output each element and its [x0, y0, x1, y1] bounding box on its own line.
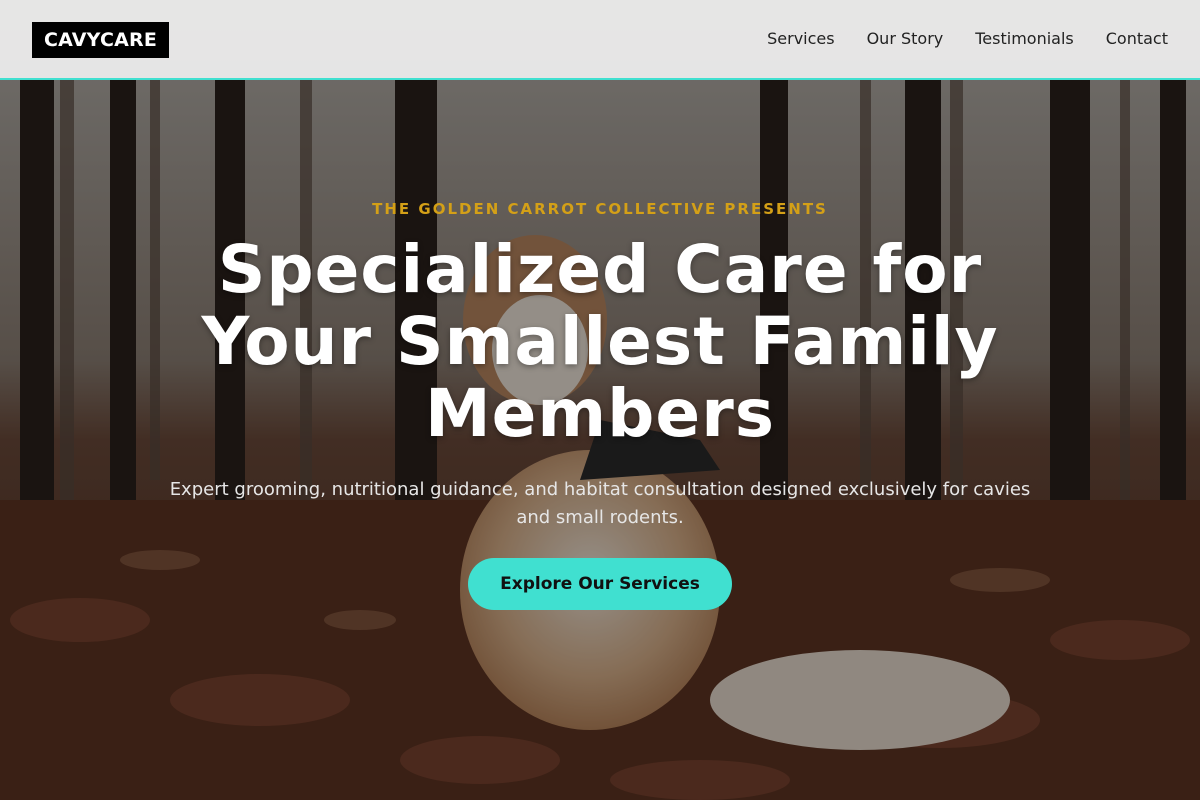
- nav-link-contact[interactable]: Contact: [1106, 28, 1168, 50]
- hero-subtext: Expert grooming, nutritional guidance, a…: [169, 479, 1031, 528]
- main-nav: Services Our Story Testimonials Contact: [767, 28, 1168, 50]
- nav-link-testimonials[interactable]: Testimonials: [975, 28, 1074, 50]
- nav-link-our-story[interactable]: Our Story: [867, 28, 944, 50]
- site-logo[interactable]: CAVYCARE: [32, 22, 170, 58]
- nav-link-services[interactable]: Services: [767, 28, 834, 50]
- explore-services-button[interactable]: Explore Our Services: [468, 558, 732, 610]
- hero-headline: Specialized Care for Your Smallest Famil…: [201, 231, 999, 452]
- landing-page: CAVYCARE Services Our Story Testimonials…: [0, 0, 1200, 800]
- hero-section: THE GOLDEN CARROT COLLECTIVE PRESENTS Sp…: [100, 198, 1100, 610]
- hero-eyebrow: THE GOLDEN CARROT COLLECTIVE PRESENTS: [372, 200, 828, 218]
- site-header: CAVYCARE Services Our Story Testimonials…: [0, 0, 1200, 80]
